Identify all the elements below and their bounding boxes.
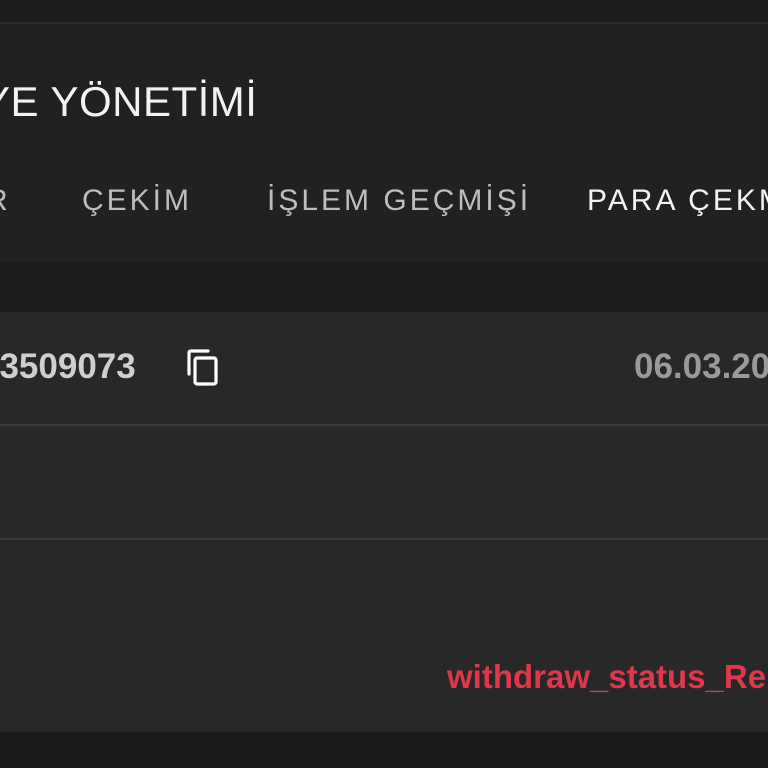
transaction-card: 33509073 06.03.20 withdraw_status_Re [0,312,768,732]
tab-para-cekme[interactable]: PARA ÇEKM [587,184,768,218]
status-badge: withdraw_status_Re [447,658,767,695]
transaction-date: 06.03.20 [634,347,768,386]
top-strip [0,0,768,24]
page-title: YE YÖNETİMİ [0,78,258,125]
spacer-band [0,262,768,312]
bottom-band [0,732,768,768]
transaction-status-row: withdraw_status_Re [0,540,768,732]
transaction-detail-row [0,426,768,540]
tab-cekim[interactable]: ÇEKİM [82,184,192,218]
page-header: YE YÖNETİMİ [0,24,768,140]
transaction-id-row: 33509073 06.03.20 [0,312,768,426]
tab-bar: R ÇEKİM İŞLEM GEÇMİŞİ PARA ÇEKM [0,140,768,267]
copy-icon[interactable] [184,348,224,388]
tab-islem-gecmisi[interactable]: İŞLEM GEÇMİŞİ [267,184,531,218]
transaction-id: 33509073 [0,347,136,386]
tab-partial-left[interactable]: R [0,184,11,218]
